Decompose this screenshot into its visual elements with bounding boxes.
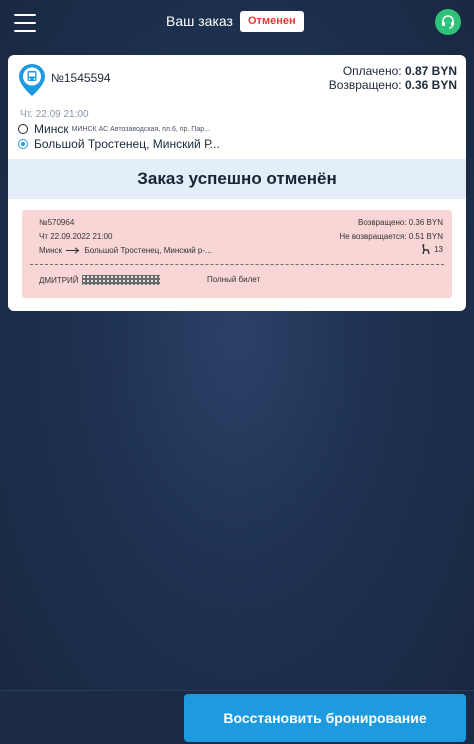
ticket-date: Чт 22.09.2022 21:00 bbox=[39, 232, 113, 241]
order-number: №1545594 bbox=[51, 71, 111, 85]
departure-stop: Минск МИНСК АС Автозаводская, пл.6, пр. … bbox=[18, 122, 210, 136]
support-button[interactable] bbox=[435, 9, 461, 35]
arrow-right-icon bbox=[66, 247, 80, 254]
refunded-label: Возвращено: bbox=[328, 78, 402, 92]
arrival-circle-icon bbox=[18, 139, 28, 149]
passenger-name: ДМИТРИЙ bbox=[39, 275, 160, 285]
departure-circle-icon bbox=[18, 124, 28, 134]
support-icon bbox=[442, 15, 454, 29]
ticket-refunded: Возвращено: 0.36 BYN bbox=[357, 218, 443, 227]
ticket-route-from: Минск bbox=[39, 246, 63, 255]
order-card: №1545594 Оплачено: 0.87 BYN Возвращено: … bbox=[8, 55, 466, 311]
departure-city: Минск bbox=[34, 122, 69, 136]
arrival-city: Большой Тростенец, Минский Р... bbox=[34, 137, 220, 151]
passenger-first-name: ДМИТРИЙ bbox=[39, 275, 79, 285]
redacted-surname bbox=[81, 275, 160, 285]
page-title: Ваш заказ bbox=[166, 13, 233, 29]
ticket-divider bbox=[30, 264, 444, 265]
ticket-seat: 13 bbox=[421, 244, 443, 255]
bus-icon bbox=[19, 64, 45, 96]
status-badge: Отменен bbox=[240, 11, 304, 32]
ticket-card: №570964 Чт 22.09.2022 21:00 Минск Большо… bbox=[22, 210, 452, 298]
cancel-success-banner: Заказ успешно отменён bbox=[8, 159, 466, 199]
ticket-route: Минск Большой Тростенец, Минский р-... bbox=[39, 246, 212, 255]
top-bar: Ваш заказ Отменен bbox=[0, 0, 474, 46]
paid-value: 0.87 BYN bbox=[404, 64, 457, 78]
trip-date: Чт. 22.09 21:00 bbox=[20, 109, 89, 120]
departure-address: МИНСК АС Автозаводская, пл.6, пр. Пар... bbox=[71, 125, 210, 133]
restore-booking-button[interactable]: Восстановить бронирование bbox=[184, 694, 466, 742]
ticket-number: №570964 bbox=[39, 218, 75, 227]
ticket-type: Полный билет bbox=[207, 275, 261, 284]
menu-icon[interactable] bbox=[14, 14, 36, 32]
seat-number: 13 bbox=[434, 245, 443, 254]
paid-label: Оплачено: bbox=[342, 64, 402, 78]
ticket-route-to: Большой Тростенец, Минский р-... bbox=[84, 246, 212, 255]
refunded-value: 0.36 BYN bbox=[404, 78, 457, 92]
arrival-stop: Большой Тростенец, Минский Р... bbox=[18, 137, 220, 151]
seat-icon bbox=[422, 244, 430, 255]
payment-summary: Оплачено: 0.87 BYN Возвращено: 0.36 BYN bbox=[329, 64, 457, 92]
ticket-non-refunded: Не возвращается: 0.51 BYN bbox=[339, 232, 443, 241]
